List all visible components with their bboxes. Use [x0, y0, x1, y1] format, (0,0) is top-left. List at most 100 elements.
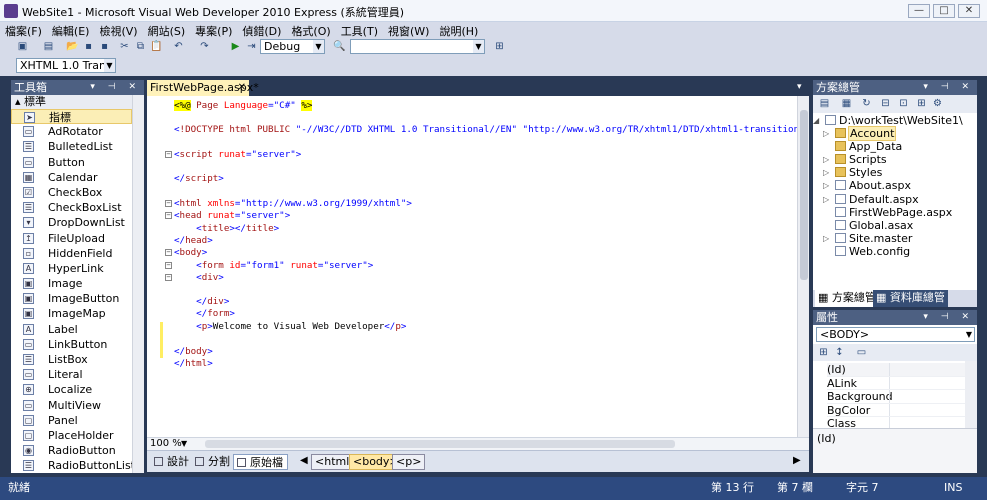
property-row[interactable]: (Id) [827, 363, 965, 377]
minimize-button[interactable]: — [908, 4, 930, 18]
property-pages-icon[interactable]: ▭ [855, 346, 868, 359]
editor-vscrollbar[interactable] [797, 96, 809, 440]
toolbox-item[interactable]: ↥ FileUpload [11, 231, 132, 246]
paste-icon[interactable]: 📋 [150, 40, 163, 53]
toolbox-item[interactable]: ▭ Button [11, 155, 132, 170]
open-icon[interactable]: 📂 [66, 40, 79, 53]
cut-icon[interactable]: ✂ [118, 40, 131, 53]
fold-toggle-icon[interactable]: − [165, 151, 172, 158]
doctype-select[interactable]: XHTML 1.0 Transitio▼ [16, 58, 116, 73]
toolbox-item[interactable]: ☰ BulletedList [11, 139, 132, 154]
alphabetical-icon[interactable]: ↕ [833, 346, 846, 359]
code-line[interactable]: <title></title> [174, 223, 279, 235]
toolbox-item[interactable]: ☰ RadioButtonList [11, 458, 135, 473]
find-combo[interactable]: ▼ [350, 39, 485, 54]
property-value[interactable] [889, 390, 890, 403]
property-value[interactable] [889, 376, 890, 390]
code-line[interactable]: <body> [174, 247, 207, 259]
step-icon[interactable]: ⇥ [245, 40, 258, 53]
scroll-thumb[interactable] [800, 110, 808, 280]
code-line[interactable]: <p>Welcome to Visual Web Developer</p> [174, 321, 406, 333]
toolbox-item[interactable]: ▭ MultiView [11, 398, 132, 413]
toolbox-item[interactable]: ◉ RadioButton [11, 443, 132, 458]
toolbox-item[interactable]: ▢ Panel [11, 413, 132, 428]
toolbox-item[interactable]: ☰ ListBox [11, 352, 132, 367]
code-line[interactable]: <div> [174, 272, 224, 284]
tab-solution-explorer[interactable]: ▦ 方案總管 [815, 290, 879, 307]
fold-toggle-icon[interactable]: − [165, 249, 172, 256]
property-value[interactable] [889, 363, 890, 376]
toolbox-item[interactable]: ☑ CheckBox [11, 185, 132, 200]
maximize-button[interactable]: □ [933, 4, 955, 18]
save-icon[interactable]: ▪ [82, 40, 95, 53]
tab-database-explorer[interactable]: ▦ 資料庫總管 [873, 290, 948, 307]
toolbox-item[interactable]: ▣ ImageMap [11, 306, 132, 321]
zoom-level[interactable]: 100 % [150, 438, 182, 450]
properties-icon[interactable]: ▤ [818, 97, 831, 110]
toolbox-item[interactable]: ☰ CheckBoxList [11, 200, 132, 215]
close-icon[interactable]: ✕ [238, 80, 246, 96]
toolbox-item[interactable]: ▭ Literal [11, 367, 132, 382]
toolbox-item[interactable]: ▭ AdRotator [11, 124, 132, 139]
code-line[interactable]: </head> [174, 235, 213, 247]
panel-pin-icon[interactable]: ▾ ⊣ ✕ [923, 80, 974, 95]
chevron-down-icon[interactable]: ▼ [181, 438, 187, 450]
toolbox-item[interactable]: ➤ 指標 [11, 109, 132, 125]
source-view-button[interactable]: 原始檔 [233, 454, 288, 470]
code-line[interactable]: </form> [174, 308, 235, 320]
show-all-icon[interactable]: ▦ [840, 97, 853, 110]
undo-icon[interactable]: ↶ [172, 40, 185, 53]
add-item-icon[interactable]: ▤ [42, 40, 55, 53]
properties-scrollbar[interactable] [965, 361, 977, 428]
crumb-right-icon[interactable]: ▶ [793, 455, 801, 466]
redo-icon[interactable]: ↷ [198, 40, 211, 53]
property-row[interactable]: BgColor [827, 403, 965, 418]
code-line[interactable]: <script runat="server"> [174, 149, 301, 161]
save-all-icon[interactable]: ▪ [98, 40, 111, 53]
expand-icon[interactable]: ▷ [823, 166, 829, 179]
panel-pin-icon[interactable]: ▾ ⊣ ✕ [923, 310, 974, 325]
toolbox-item[interactable]: ▢ PlaceHolder [11, 428, 132, 443]
split-view-button[interactable]: 分割 [192, 454, 234, 470]
copy-icon[interactable]: ⧉ [134, 40, 147, 53]
view-code-icon[interactable]: ⊡ [897, 97, 910, 110]
breadcrumb-p[interactable]: <p> [392, 454, 426, 470]
code-line[interactable]: </script> [174, 173, 224, 185]
new-project-icon[interactable]: ▣ [16, 40, 29, 53]
start-debug-icon[interactable]: ▶ [229, 40, 242, 53]
refresh-icon[interactable]: ↻ [860, 97, 873, 110]
code-line[interactable]: <!DOCTYPE html PUBLIC "-//W3C//DTD XHTML… [174, 124, 797, 136]
close-button[interactable]: ✕ [958, 4, 980, 18]
toolbox-item[interactable]: ▭ LinkButton [11, 337, 132, 352]
toolbox-item[interactable]: ▫ HiddenField [11, 246, 132, 261]
code-line[interactable]: <head runat="server"> [174, 210, 290, 222]
toolbox-item[interactable]: ▦ Calendar [11, 170, 132, 185]
code-line[interactable]: <html xmlns="http://www.w3.org/1999/xhtm… [174, 198, 412, 210]
web-config-icon[interactable]: ⚙ [931, 97, 944, 110]
code-line[interactable]: </div> [174, 296, 229, 308]
code-editor[interactable]: <%@ Page Language="C#" %> <!DOCTYPE html … [147, 96, 809, 440]
object-select[interactable]: <BODY> ▼ [816, 327, 975, 342]
code-line[interactable]: </body> [174, 346, 213, 358]
tab-firstwebpage[interactable]: FirstWebPage.aspx* ✕ [147, 80, 259, 96]
design-view-button[interactable]: 設計 [151, 454, 193, 470]
toolbox-item[interactable]: A HyperLink [11, 261, 132, 276]
nest-icon[interactable]: ⊞ [915, 97, 928, 110]
crumb-left-icon[interactable]: ◀ [300, 455, 308, 466]
expand-icon[interactable]: ▷ [823, 179, 829, 192]
expand-icon[interactable]: ▷ [823, 127, 829, 140]
toolbox-category[interactable]: ▴ 標準 [11, 95, 132, 109]
fold-toggle-icon[interactable]: − [165, 262, 172, 269]
fold-toggle-icon[interactable]: − [165, 274, 172, 281]
property-value[interactable] [889, 403, 890, 417]
toolbox-icon[interactable]: ⊞ [493, 40, 506, 53]
code-line[interactable]: </html> [174, 358, 213, 370]
toolbox-item[interactable]: ▣ Image [11, 276, 132, 291]
editor-hscrollbar[interactable] [205, 440, 675, 448]
expand-icon[interactable]: ▷ [823, 153, 829, 166]
find-icon[interactable]: 🔍 [333, 40, 346, 53]
config-select[interactable]: Debug ▼ [260, 39, 325, 54]
categorized-icon[interactable]: ⊞ [817, 346, 830, 359]
code-line[interactable]: <%@ Page Language="C#" %> [174, 100, 313, 112]
code-line[interactable]: <form id="form1" runat="server"> [174, 260, 373, 272]
